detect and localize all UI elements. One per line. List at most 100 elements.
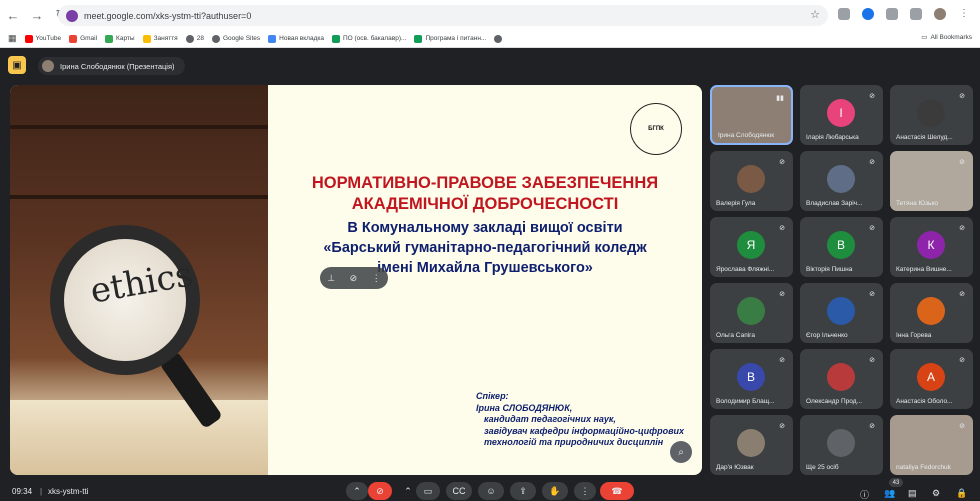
browser-toolbar: ← → ↻ meet.google.com/xks-ystm-tti?authu… (0, 0, 980, 30)
avatar (917, 297, 945, 325)
emoji-icon[interactable]: ☺ (478, 482, 504, 500)
bookmark-label: Заняття (153, 35, 178, 42)
participant-tile[interactable]: ⊘ Дар'я Юзвак (710, 415, 793, 475)
participant-name: Ольга Сапіга (716, 332, 755, 339)
zoom-icon[interactable]: ⌕ (670, 441, 692, 463)
participant-tile[interactable]: ⊘ Анастасія Шелуд... (890, 85, 973, 145)
clock: 09:34 (12, 487, 33, 496)
bookmarks-bar: ▦ YouTube Gmail Карты Заняття 28 Google … (0, 30, 980, 48)
mic-off-icon: ⊘ (869, 291, 875, 298)
participant-count-badge: 43 (889, 478, 903, 487)
lock-icon[interactable]: 🔒 (956, 488, 967, 499)
bookmark-newtab[interactable]: Новая вкладка (268, 34, 324, 43)
site-info-icon[interactable] (66, 9, 78, 22)
bookmark-label: Карты (116, 35, 135, 42)
all-bookmarks[interactable]: ▭ All Bookmarks (921, 33, 972, 42)
presenter-chip[interactable]: Ірина Слободянюк (Презентація) (38, 57, 185, 75)
mic-off-icon: ⊘ (959, 159, 965, 166)
drive-icon (331, 34, 340, 43)
globe-icon[interactable] (494, 34, 503, 43)
activities-icon[interactable]: ⚙ (932, 488, 940, 499)
chat-icon[interactable]: ▤ (908, 488, 917, 499)
presentation-stage[interactable]: ethics БГПК НОРМАТИВНО-ПРАВОВЕ ЗАБЕЗПЕЧЕ… (10, 85, 702, 475)
participant-tile[interactable]: А ⊘ Анастасія Оболо... (890, 349, 973, 409)
globe-icon (494, 34, 503, 43)
speaker-label: Спікер: (476, 391, 509, 401)
participant-tile[interactable]: ⊘ Єгор Ільченко (800, 283, 883, 343)
participant-tile[interactable]: Я ⊘ Ярослава Фляжні... (710, 217, 793, 277)
more-options-icon[interactable]: ⋮ (574, 482, 596, 500)
separator: | (40, 487, 43, 496)
participant-tile[interactable]: ⊘ nataliya Fedorchuk (890, 415, 973, 475)
youtube-icon (24, 34, 33, 43)
classroom-icon (142, 34, 151, 43)
bookmark-classes[interactable]: Заняття (142, 34, 178, 43)
more-icon[interactable]: ⋮ (372, 273, 381, 284)
audio-options-icon[interactable]: ⌃ (346, 482, 368, 500)
presenter-overlay-controls: ⊥ ⊘ ⋮ (320, 267, 388, 289)
puzzle-icon[interactable] (886, 8, 898, 20)
info-icon[interactable]: ⓘ (860, 488, 869, 501)
participant-tile[interactable]: ⊘ Олександр Прод... (800, 349, 883, 409)
apps-icon[interactable]: ▦ (8, 33, 17, 44)
more-icon[interactable]: ⋮ (958, 8, 970, 20)
participant-tile[interactable]: ⊘ Ольга Сапіга (710, 283, 793, 343)
video-options-icon[interactable]: ⌃ (400, 482, 416, 500)
mic-off-icon[interactable]: ⊘ (368, 482, 392, 500)
page-icon (268, 34, 277, 43)
bookmark-28[interactable]: 28 (185, 34, 204, 43)
maps-icon (105, 34, 114, 43)
bookmark-maps[interactable]: Карты (105, 34, 135, 43)
bookmark-label: Gmail (80, 35, 98, 42)
participant-tile[interactable]: ▮▮ Ірина Слободянюк (710, 85, 793, 145)
participant-tile[interactable]: В ⊘ Вікторія Пишна (800, 217, 883, 277)
participant-name: nataliya Fedorchuk (896, 464, 951, 471)
mute-icon[interactable]: ⊘ (350, 273, 358, 284)
star-icon[interactable]: ☆ (810, 8, 820, 21)
participant-tile[interactable]: ⊘ Ще 25 осіб (800, 415, 883, 475)
bookmark-label: 28 (196, 35, 204, 42)
participant-tile[interactable]: ⊘ Інна Горева (890, 283, 973, 343)
raise-hand-icon[interactable]: ✋ (542, 482, 568, 500)
leave-call-icon[interactable]: ☎ (600, 482, 634, 500)
bookmark-youtube[interactable]: YouTube (24, 34, 61, 43)
bookmark-gmail[interactable]: Gmail (69, 34, 98, 43)
speaking-icon: ▮▮ (776, 95, 784, 102)
avatar (737, 165, 765, 193)
participant-name: Дар'я Юзвак (716, 464, 754, 471)
avatar: К (917, 231, 945, 259)
people-icon[interactable]: 👥 (884, 488, 895, 499)
bookmark-label: Google Sites (222, 35, 261, 42)
present-icon[interactable]: ⇪ (510, 482, 536, 500)
title-line: АКАДЕМІЧНОЇ ДОБРОЧЕСНОСТІ (351, 195, 619, 213)
bookmark-label: ПО (осв. бакалавр)... (342, 35, 407, 42)
pin-icon[interactable]: ⊥ (327, 273, 335, 284)
participant-tile[interactable]: ⊘ Тетяна Юзько (890, 151, 973, 211)
back-icon[interactable]: ← (2, 4, 24, 26)
participant-tile[interactable]: ⊘ Владислав Заріч... (800, 151, 883, 211)
drive-icon (414, 34, 423, 43)
participant-tile[interactable]: ⊘ Валерія Гула (710, 151, 793, 211)
ethics-photo: ethics (10, 85, 268, 475)
captions-icon[interactable]: CC (446, 482, 472, 500)
extension-icon[interactable] (862, 8, 874, 20)
participant-tile[interactable]: В ⊘ Володимир Блащ... (710, 349, 793, 409)
bookmark-sites[interactable]: Google Sites (211, 34, 261, 43)
participant-name: Анастасія Оболо... (896, 398, 953, 405)
profile-avatar[interactable] (934, 8, 946, 20)
mic-off-icon: ⊘ (869, 423, 875, 430)
mic-off-icon: ⊘ (779, 159, 785, 166)
mic-off-icon: ⊘ (959, 225, 965, 232)
camera-icon[interactable]: ▭ (416, 482, 440, 500)
mic-off-icon: ⊘ (869, 225, 875, 232)
address-bar[interactable]: meet.google.com/xks-ystm-tti?authuser=0 … (58, 5, 828, 26)
star-icon[interactable] (910, 8, 922, 20)
forward-icon[interactable]: → (26, 4, 48, 26)
bookmark-po[interactable]: ПО (осв. бакалавр)... (331, 34, 407, 43)
mic-off-icon: ⊘ (959, 291, 965, 298)
bookmark-program[interactable]: Програма і питанн... (414, 34, 486, 43)
participant-tile[interactable]: І ⊘ Іларія Любарська (800, 85, 883, 145)
avatar: В (737, 363, 765, 391)
extension-icon[interactable] (838, 8, 850, 20)
participant-tile[interactable]: К ⊘ Катерина Вишне... (890, 217, 973, 277)
